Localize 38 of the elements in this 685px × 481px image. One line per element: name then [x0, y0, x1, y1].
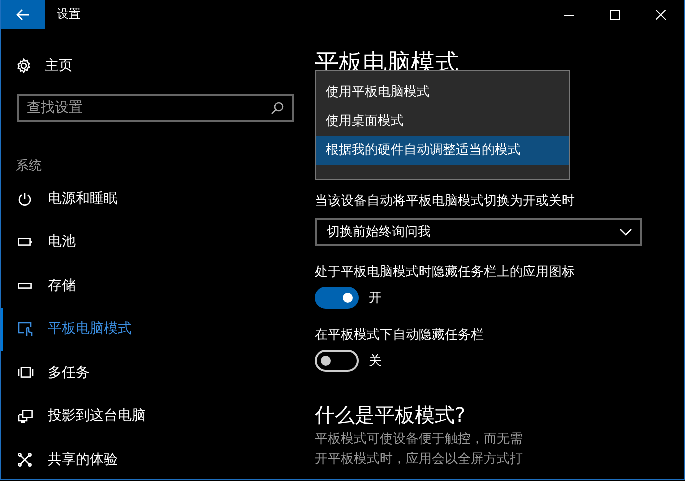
- section-header: 系统: [16, 158, 43, 176]
- chevron-down-icon: [620, 228, 632, 236]
- toggle-state: 开: [369, 290, 382, 307]
- nav-item[interactable]: 电源和睡眠: [1, 177, 301, 220]
- setting-label: 在平板模式下自动隐藏任务栏: [315, 327, 485, 345]
- description-text: 开平板模式时，应用会以全屏方式打: [315, 451, 524, 469]
- nav-item[interactable]: 投影到这台电脑: [1, 394, 301, 438]
- battery-icon: [18, 238, 32, 246]
- multitask-icon: [18, 367, 34, 378]
- toggle-switch[interactable]: [315, 287, 359, 309]
- nav-item[interactable]: 平板电脑模式: [1, 308, 301, 351]
- power-icon: [18, 192, 32, 206]
- maximize-icon: [610, 10, 620, 20]
- drive-icon: [18, 282, 32, 289]
- nav-item[interactable]: 多任务: [1, 351, 301, 394]
- nav-item[interactable]: 共享的体验: [1, 438, 301, 479]
- project-icon: [18, 410, 33, 423]
- menu-item[interactable]: 根据我的硬件自动调整适当的模式: [316, 136, 569, 165]
- home-link[interactable]: 主页: [45, 57, 73, 75]
- description-text: 平板模式可使设备便于触控，而无需: [315, 431, 524, 449]
- back-arrow-icon: [16, 8, 30, 20]
- search-field[interactable]: 查找设置: [17, 94, 294, 122]
- back-button[interactable]: [1, 0, 45, 29]
- setting-label: 处于平板电脑模式时隐藏任务栏上的应用图标: [315, 264, 576, 282]
- dropdown[interactable]: 切换前始终询问我: [315, 218, 642, 246]
- settings-icon: [16, 58, 32, 74]
- nav-item[interactable]: 存储: [1, 264, 301, 308]
- nav-item[interactable]: 电池: [1, 220, 301, 264]
- setting-label: 当该设备自动将平板电脑模式切换为开或关时: [315, 193, 576, 211]
- search-icon: [271, 102, 284, 115]
- tablet-icon: [18, 322, 34, 337]
- menu-item[interactable]: 使用平板电脑模式: [316, 78, 569, 107]
- share-icon: [18, 452, 32, 467]
- toggle-state: 关: [369, 353, 382, 370]
- window-title: 设置: [57, 6, 81, 23]
- section-heading: 什么是平板模式?: [315, 402, 467, 428]
- close-icon: [656, 10, 666, 20]
- menu-item[interactable]: 使用桌面模式: [316, 107, 569, 136]
